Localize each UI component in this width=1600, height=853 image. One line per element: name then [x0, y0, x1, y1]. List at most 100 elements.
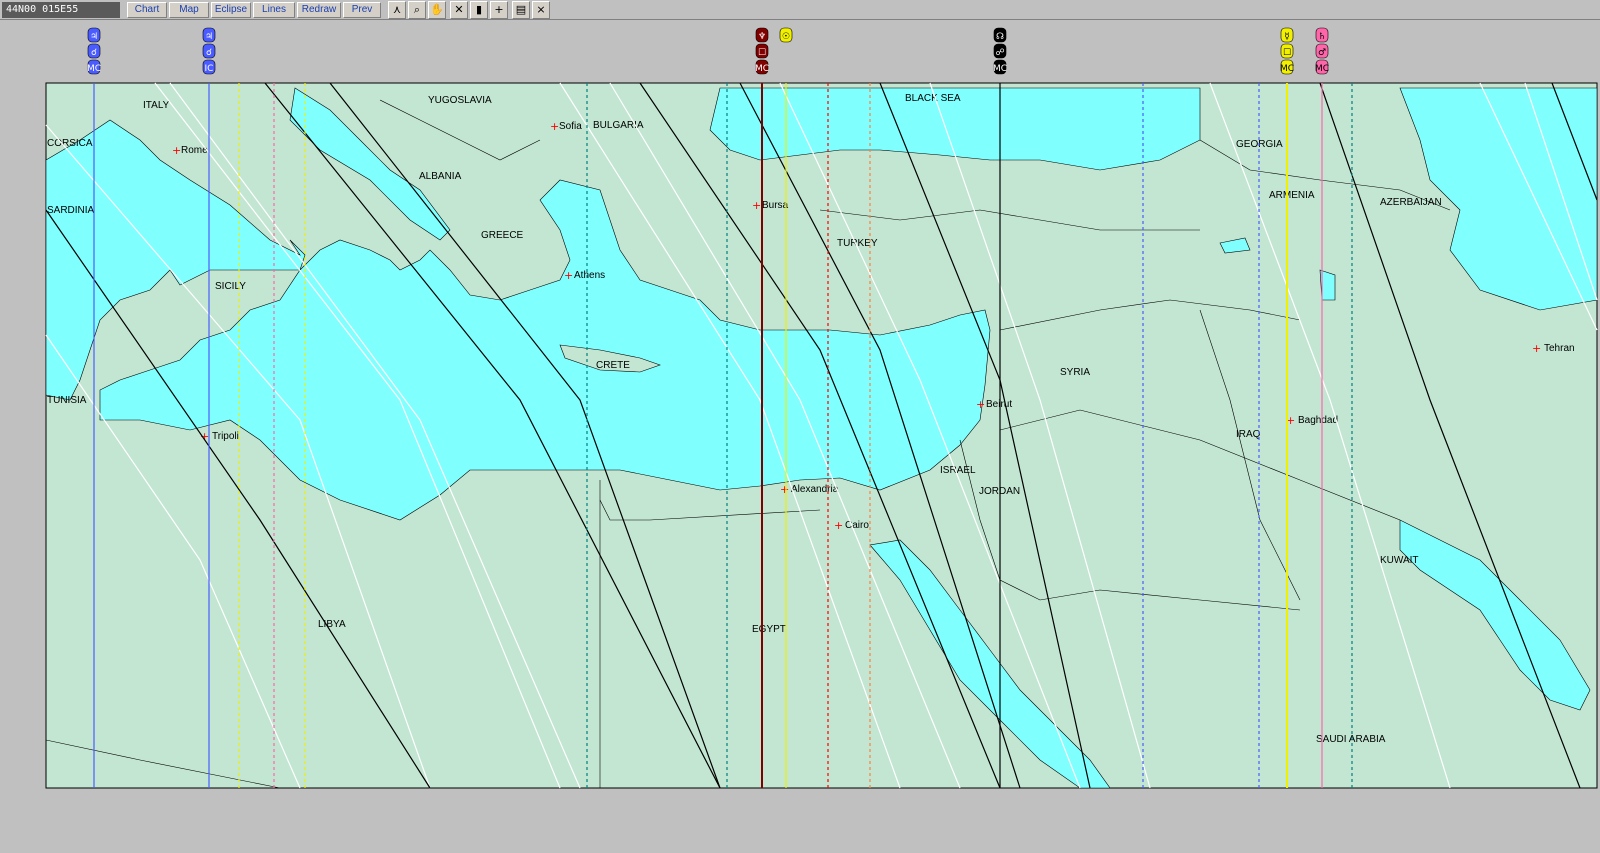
planet-glyph[interactable]: ☌	[202, 43, 216, 59]
svg-text:Alexandria: Alexandria	[791, 484, 839, 495]
planet-glyph[interactable]: MC	[993, 59, 1007, 75]
compass-tool-icon[interactable]: ⋏	[388, 1, 406, 19]
svg-text:Tehran: Tehran	[1544, 343, 1575, 354]
planet-glyph[interactable]: ♃	[202, 27, 216, 43]
svg-text:+: +	[780, 483, 789, 496]
country-label: GREECE	[481, 230, 524, 241]
svg-text:♃: ♃	[90, 32, 98, 42]
svg-text:+: +	[752, 199, 761, 212]
country-label: ITALY	[143, 100, 170, 111]
country-label: ALBANIA	[419, 171, 462, 182]
planet-glyph[interactable]: ☊	[993, 27, 1007, 43]
svg-text:MC: MC	[1315, 64, 1329, 74]
svg-text:Tripoli: Tripoli	[212, 431, 239, 442]
country-label: LIBYA	[318, 619, 346, 630]
svg-text:MC: MC	[993, 64, 1007, 74]
svg-text:Baghdad: Baghdad	[1298, 415, 1338, 426]
country-label: SARDINIA	[47, 205, 95, 216]
country-label: SAUDI ARABIA	[1316, 734, 1386, 745]
svg-text:Cairo: Cairo	[845, 520, 869, 531]
city-marker: + Tehran	[1532, 342, 1575, 355]
svg-text:IC: IC	[205, 64, 214, 74]
svg-text:☍: ☍	[995, 48, 1004, 58]
svg-text:♄: ♄	[1318, 32, 1326, 42]
toolbar: 44N00 015E55 Chart Map Eclipse Lines Red…	[0, 0, 1600, 20]
planet-glyph[interactable]: ☍	[993, 43, 1007, 59]
planet-glyph[interactable]: ☐	[755, 43, 769, 59]
planet-glyph[interactable]: ☿	[1280, 27, 1294, 43]
svg-text:☌: ☌	[91, 48, 97, 58]
plus-tool-icon[interactable]: +	[490, 1, 508, 19]
planet-glyph[interactable]: ♂	[1315, 43, 1329, 59]
svg-text:☐: ☐	[1283, 48, 1291, 58]
city-marker: + Baghdad	[1286, 414, 1338, 427]
svg-text:+: +	[834, 519, 843, 532]
planet-glyph[interactable]: ♃	[87, 27, 101, 43]
svg-text:+: +	[550, 120, 559, 133]
city-marker: + Alexandria	[780, 483, 839, 496]
astro-map[interactable]: ITALY YUGOSLAVIA BULGARIA ALBANIA GREECE…	[0, 20, 1600, 853]
svg-text:☉: ☉	[782, 32, 790, 42]
svg-text:+: +	[564, 269, 573, 282]
country-label: KUWAIT	[1380, 555, 1419, 566]
city-marker: + Rome	[172, 144, 208, 157]
svg-text:+: +	[172, 144, 181, 157]
svg-text:Beirut: Beirut	[986, 399, 1012, 410]
paint-tool-icon[interactable]: ▮	[470, 1, 488, 19]
map-area[interactable]: ITALY YUGOSLAVIA BULGARIA ALBANIA GREECE…	[45, 82, 1598, 789]
planet-glyph[interactable]: ☉	[779, 27, 793, 43]
country-label: TUNISIA	[47, 395, 87, 406]
cross-lines-tool-icon[interactable]: ⨯	[532, 1, 550, 19]
country-label: ARMENIA	[1269, 190, 1315, 201]
svg-text:+: +	[200, 430, 209, 443]
country-label: AZERBAIJAN	[1380, 197, 1442, 208]
planet-glyph[interactable]: MC	[87, 59, 101, 75]
eclipse-button[interactable]: Eclipse	[211, 2, 251, 18]
country-label: CRETE	[596, 360, 630, 371]
chart-button[interactable]: Chart	[127, 2, 167, 18]
planet-glyph[interactable]: ☌	[87, 43, 101, 59]
crossed-tool-icon[interactable]: ✕	[450, 1, 468, 19]
city-marker: + Athens	[564, 269, 605, 282]
map-button[interactable]: Map	[169, 2, 209, 18]
country-label: SICILY	[215, 281, 246, 292]
svg-text:☌: ☌	[206, 48, 212, 58]
svg-text:☿: ☿	[1284, 32, 1290, 42]
svg-text:Bursa: Bursa	[762, 200, 789, 211]
svg-text:+: +	[1532, 342, 1541, 355]
notes-tool-icon[interactable]: ▤	[512, 1, 530, 19]
country-label: BLACK SEA	[905, 93, 961, 104]
country-label: YUGOSLAVIA	[428, 95, 492, 106]
planet-glyph[interactable]: IC	[202, 59, 216, 75]
svg-text:☐: ☐	[758, 48, 766, 58]
svg-text:+: +	[976, 398, 985, 411]
svg-text:♂: ♂	[1318, 48, 1326, 58]
svg-text:Athens: Athens	[574, 270, 605, 281]
svg-text:♃: ♃	[205, 32, 213, 42]
planet-glyph[interactable]: MC	[1315, 59, 1329, 75]
country-label: BULGARIA	[593, 120, 644, 131]
planet-glyph[interactable]: MC	[755, 59, 769, 75]
svg-text:MC: MC	[1280, 64, 1294, 74]
coordinate-readout: 44N00 015E55	[2, 2, 120, 18]
prev-button[interactable]: Prev	[343, 2, 381, 18]
svg-text:Sofia: Sofia	[559, 121, 582, 132]
country-label: ISRAEL	[940, 465, 976, 476]
zoom-tool-icon[interactable]: ⌕	[408, 1, 426, 19]
lines-button[interactable]: Lines	[253, 2, 295, 18]
planet-glyph[interactable]: ♆	[755, 27, 769, 43]
country-label: IRAQ	[1236, 429, 1261, 440]
planet-glyph[interactable]: MC	[1280, 59, 1294, 75]
planet-glyph[interactable]: ♄	[1315, 27, 1329, 43]
svg-text:MC: MC	[87, 64, 101, 74]
redraw-button[interactable]: Redraw	[297, 2, 341, 18]
planet-glyph[interactable]: ☐	[1280, 43, 1294, 59]
svg-text:☊: ☊	[996, 32, 1004, 42]
country-label: EGYPT	[752, 624, 786, 635]
hand-tool-icon[interactable]: ✋	[428, 1, 446, 19]
svg-text:♆: ♆	[758, 32, 766, 42]
country-label: SYRIA	[1060, 367, 1090, 378]
city-marker: + Bursa	[752, 199, 789, 212]
city-marker: + Sofia	[550, 120, 582, 133]
country-label: CORSICA	[47, 138, 93, 149]
